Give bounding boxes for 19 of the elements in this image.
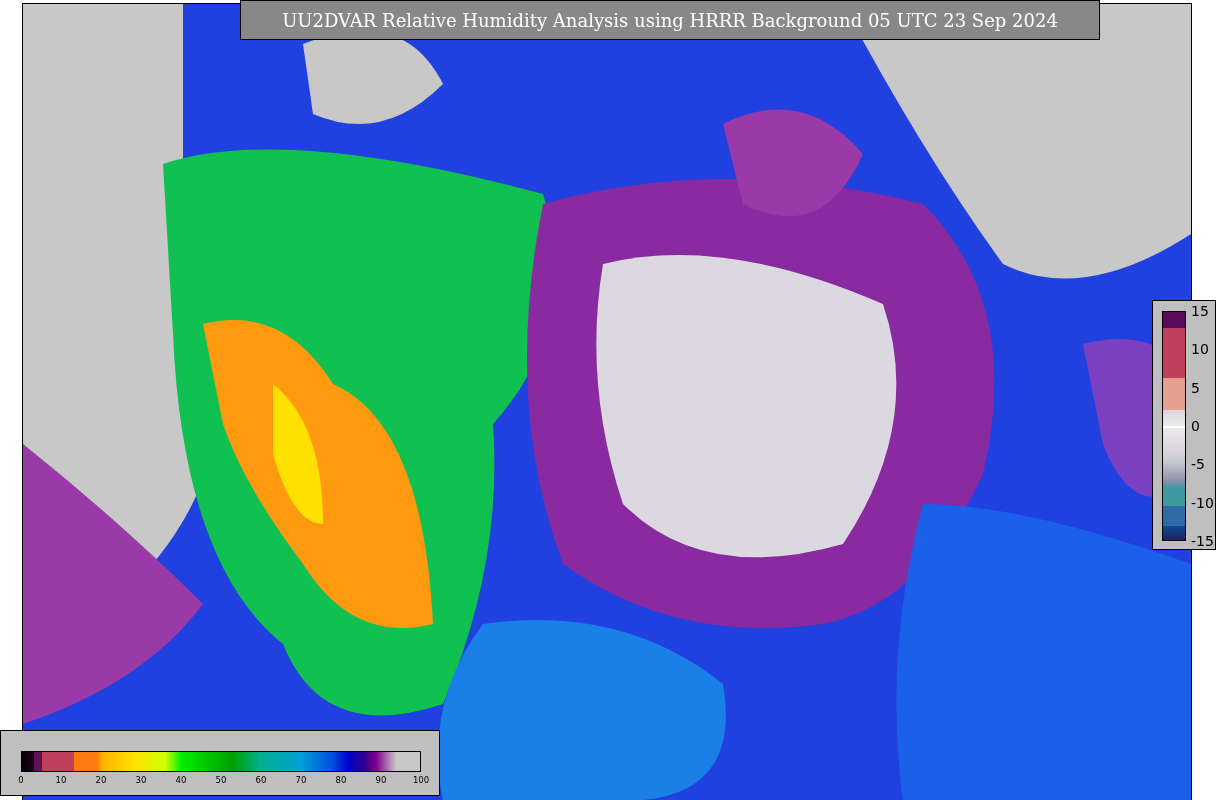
tick-label: 10 [1191, 341, 1209, 358]
tick-label: 80 [335, 775, 347, 785]
tick-label: 70 [295, 775, 307, 785]
tick-label: 0 [18, 775, 24, 785]
tick-label: -5 [1191, 456, 1205, 473]
tick-label: 40 [175, 775, 187, 785]
tick-label: 100 [412, 775, 430, 785]
tick-label: 20 [95, 775, 107, 785]
tick-label: 60 [255, 775, 267, 785]
tick-label: 10 [55, 775, 67, 785]
tick-label: -15 [1191, 533, 1214, 549]
map-title: UU2DVAR Relative Humidity Analysis using HRRR Background 05 UTC 23 Sep 2024 [240, 0, 1100, 40]
tick-label: 90 [375, 775, 387, 785]
tick-label: 15 [1191, 303, 1209, 319]
tick-label: 5 [1191, 379, 1200, 396]
tick-label: 30 [135, 775, 147, 785]
tick-label: -10 [1191, 494, 1214, 511]
tick-label: 0 [1191, 418, 1200, 434]
tick-label: 50 [215, 775, 227, 785]
